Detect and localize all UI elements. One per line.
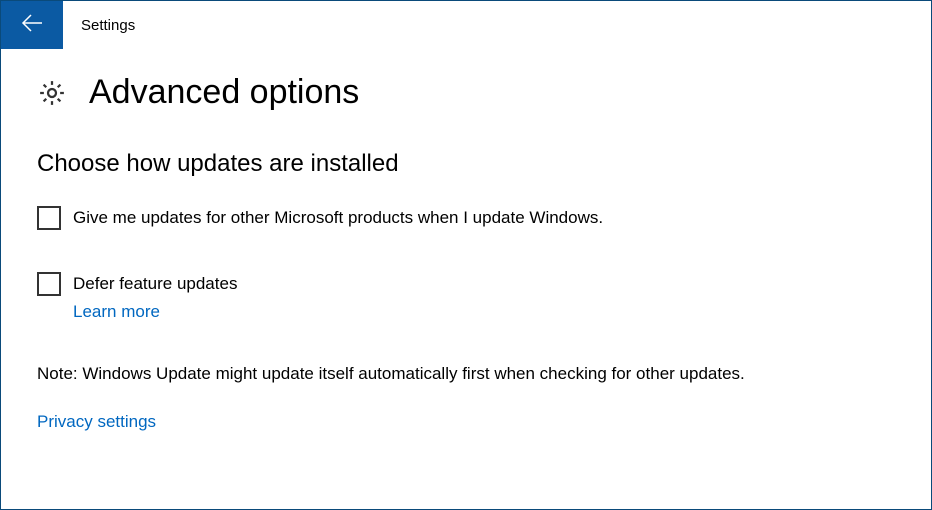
page-title: Advanced options: [89, 73, 359, 112]
header-title: Settings: [81, 17, 135, 34]
checkbox-label-update-other-products: Give me updates for other Microsoft prod…: [73, 206, 603, 230]
content: Advanced options Choose how updates are …: [1, 49, 931, 432]
page-title-row: Advanced options: [37, 73, 895, 112]
gear-icon: [37, 78, 67, 108]
option-update-other-products: Give me updates for other Microsoft prod…: [37, 206, 895, 230]
checkbox-defer-feature[interactable]: [37, 272, 61, 296]
section-heading: Choose how updates are installed: [37, 150, 895, 178]
checkbox-update-other-products[interactable]: [37, 206, 61, 230]
checkbox-label-defer-feature: Defer feature updates: [73, 272, 237, 296]
option-defer-feature: Defer feature updates: [37, 272, 895, 296]
note-text: Note: Windows Update might update itself…: [37, 364, 895, 384]
back-button[interactable]: [1, 1, 63, 49]
header: Settings: [1, 1, 931, 49]
back-arrow-icon: [20, 11, 44, 40]
privacy-settings-link[interactable]: Privacy settings: [37, 412, 156, 431]
learn-more-link[interactable]: Learn more: [73, 302, 160, 321]
